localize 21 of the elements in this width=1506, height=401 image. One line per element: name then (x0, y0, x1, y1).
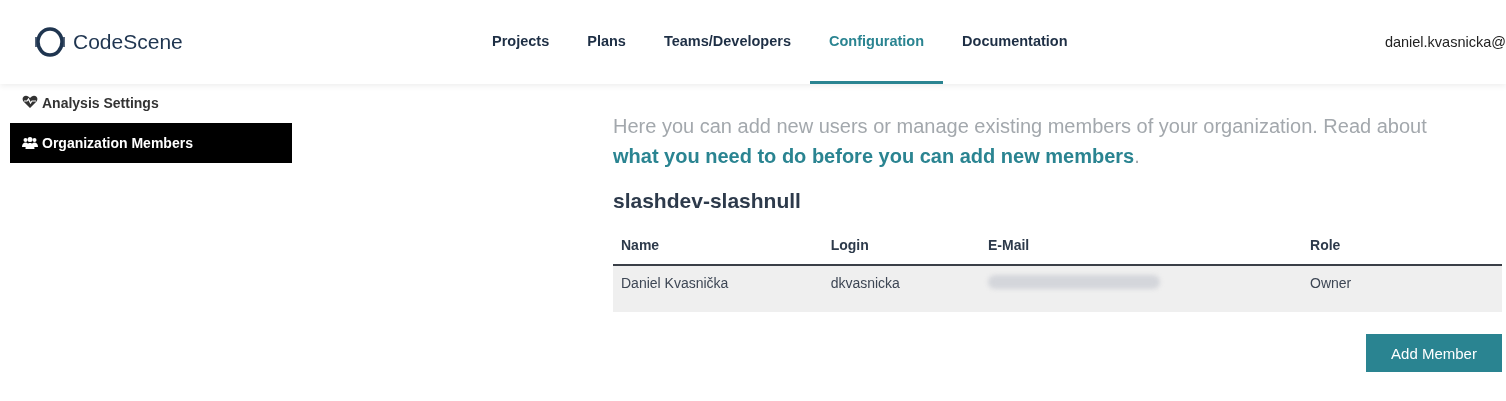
sidebar-item[interactable]: Analysis Settings (10, 92, 292, 123)
intro-text: Here you can add new users or manage existing members of your organization. Read about what you need to do before you can add new members. (613, 114, 1428, 169)
docs-link[interactable]: what you need to do before you can add new members (613, 145, 1135, 167)
add-member-button[interactable]: Add Member (1366, 334, 1502, 372)
table-cell: Daniel Kvasnička (613, 265, 823, 312)
logo-text: CodeScene (73, 30, 183, 54)
nav-tab[interactable]: Configuration (810, 0, 944, 84)
user-email[interactable]: daniel.kvasnicka@ (1384, 0, 1506, 84)
table-cell: Owner (1302, 265, 1502, 312)
sidebar-label: Organization Members (42, 135, 193, 151)
nav-tab[interactable]: Teams/Developers (644, 0, 810, 84)
table-cell: dkvasnicka (822, 265, 980, 312)
sidebar-item[interactable]: Organization Members (10, 123, 292, 163)
nav-tab[interactable]: Documentation (943, 0, 1087, 84)
sidebar-label: Analysis Settings (42, 95, 159, 111)
nav-tab[interactable]: Projects (473, 0, 569, 84)
heart-icon (22, 95, 38, 109)
users-icon (22, 136, 38, 150)
nav-tab[interactable]: Plans (568, 0, 645, 84)
logo-icon (33, 25, 67, 59)
organization-name: slashdev-slashnull (613, 189, 802, 213)
